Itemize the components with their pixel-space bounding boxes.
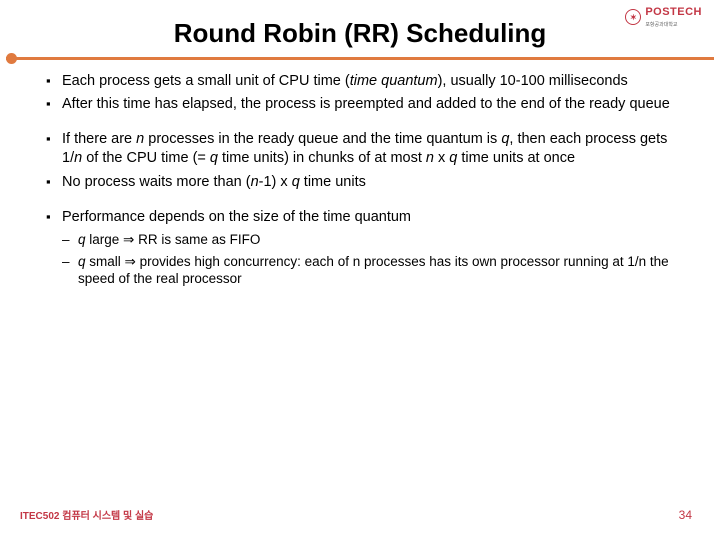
bullet-group: If there are n processes in the ready qu…	[46, 130, 690, 191]
sub-bullet: q large ⇒ RR is same as FIFO	[46, 231, 690, 249]
brand-logo: ✶ POSTECH 포항공과대학교	[625, 6, 702, 28]
sub-bullet: q small ⇒ provides high concurrency: eac…	[46, 253, 690, 289]
italic-term: time quantum	[350, 73, 438, 89]
bullet-item: Each process gets a small unit of CPU ti…	[46, 72, 690, 91]
bullet-text: ), usually 10-100 milliseconds	[438, 73, 628, 89]
title-rule	[6, 57, 714, 60]
logo-brand: POSTECH	[645, 6, 702, 18]
logo-sub: 포항공과대학교	[645, 22, 677, 28]
logo-mark: ✶	[625, 9, 641, 25]
bullet-item: After this time has elapsed, the process…	[46, 95, 690, 114]
bullet-item: Performance depends on the size of the t…	[46, 208, 690, 227]
slide-body: Each process gets a small unit of CPU ti…	[0, 60, 720, 288]
bullet-group: Performance depends on the size of the t…	[46, 208, 690, 289]
page-number: 34	[679, 508, 692, 522]
slide-title: Round Robin (RR) Scheduling	[0, 0, 720, 57]
bullet-item: If there are n processes in the ready qu…	[46, 130, 690, 168]
bullet-text: Each process gets a small unit of CPU ti…	[62, 73, 350, 89]
bullet-group: Each process gets a small unit of CPU ti…	[46, 72, 690, 114]
bullet-item: No process waits more than (n-1) x q tim…	[46, 173, 690, 192]
footer-course: ITEC502 컴퓨터 시스템 및 실습	[20, 507, 153, 522]
